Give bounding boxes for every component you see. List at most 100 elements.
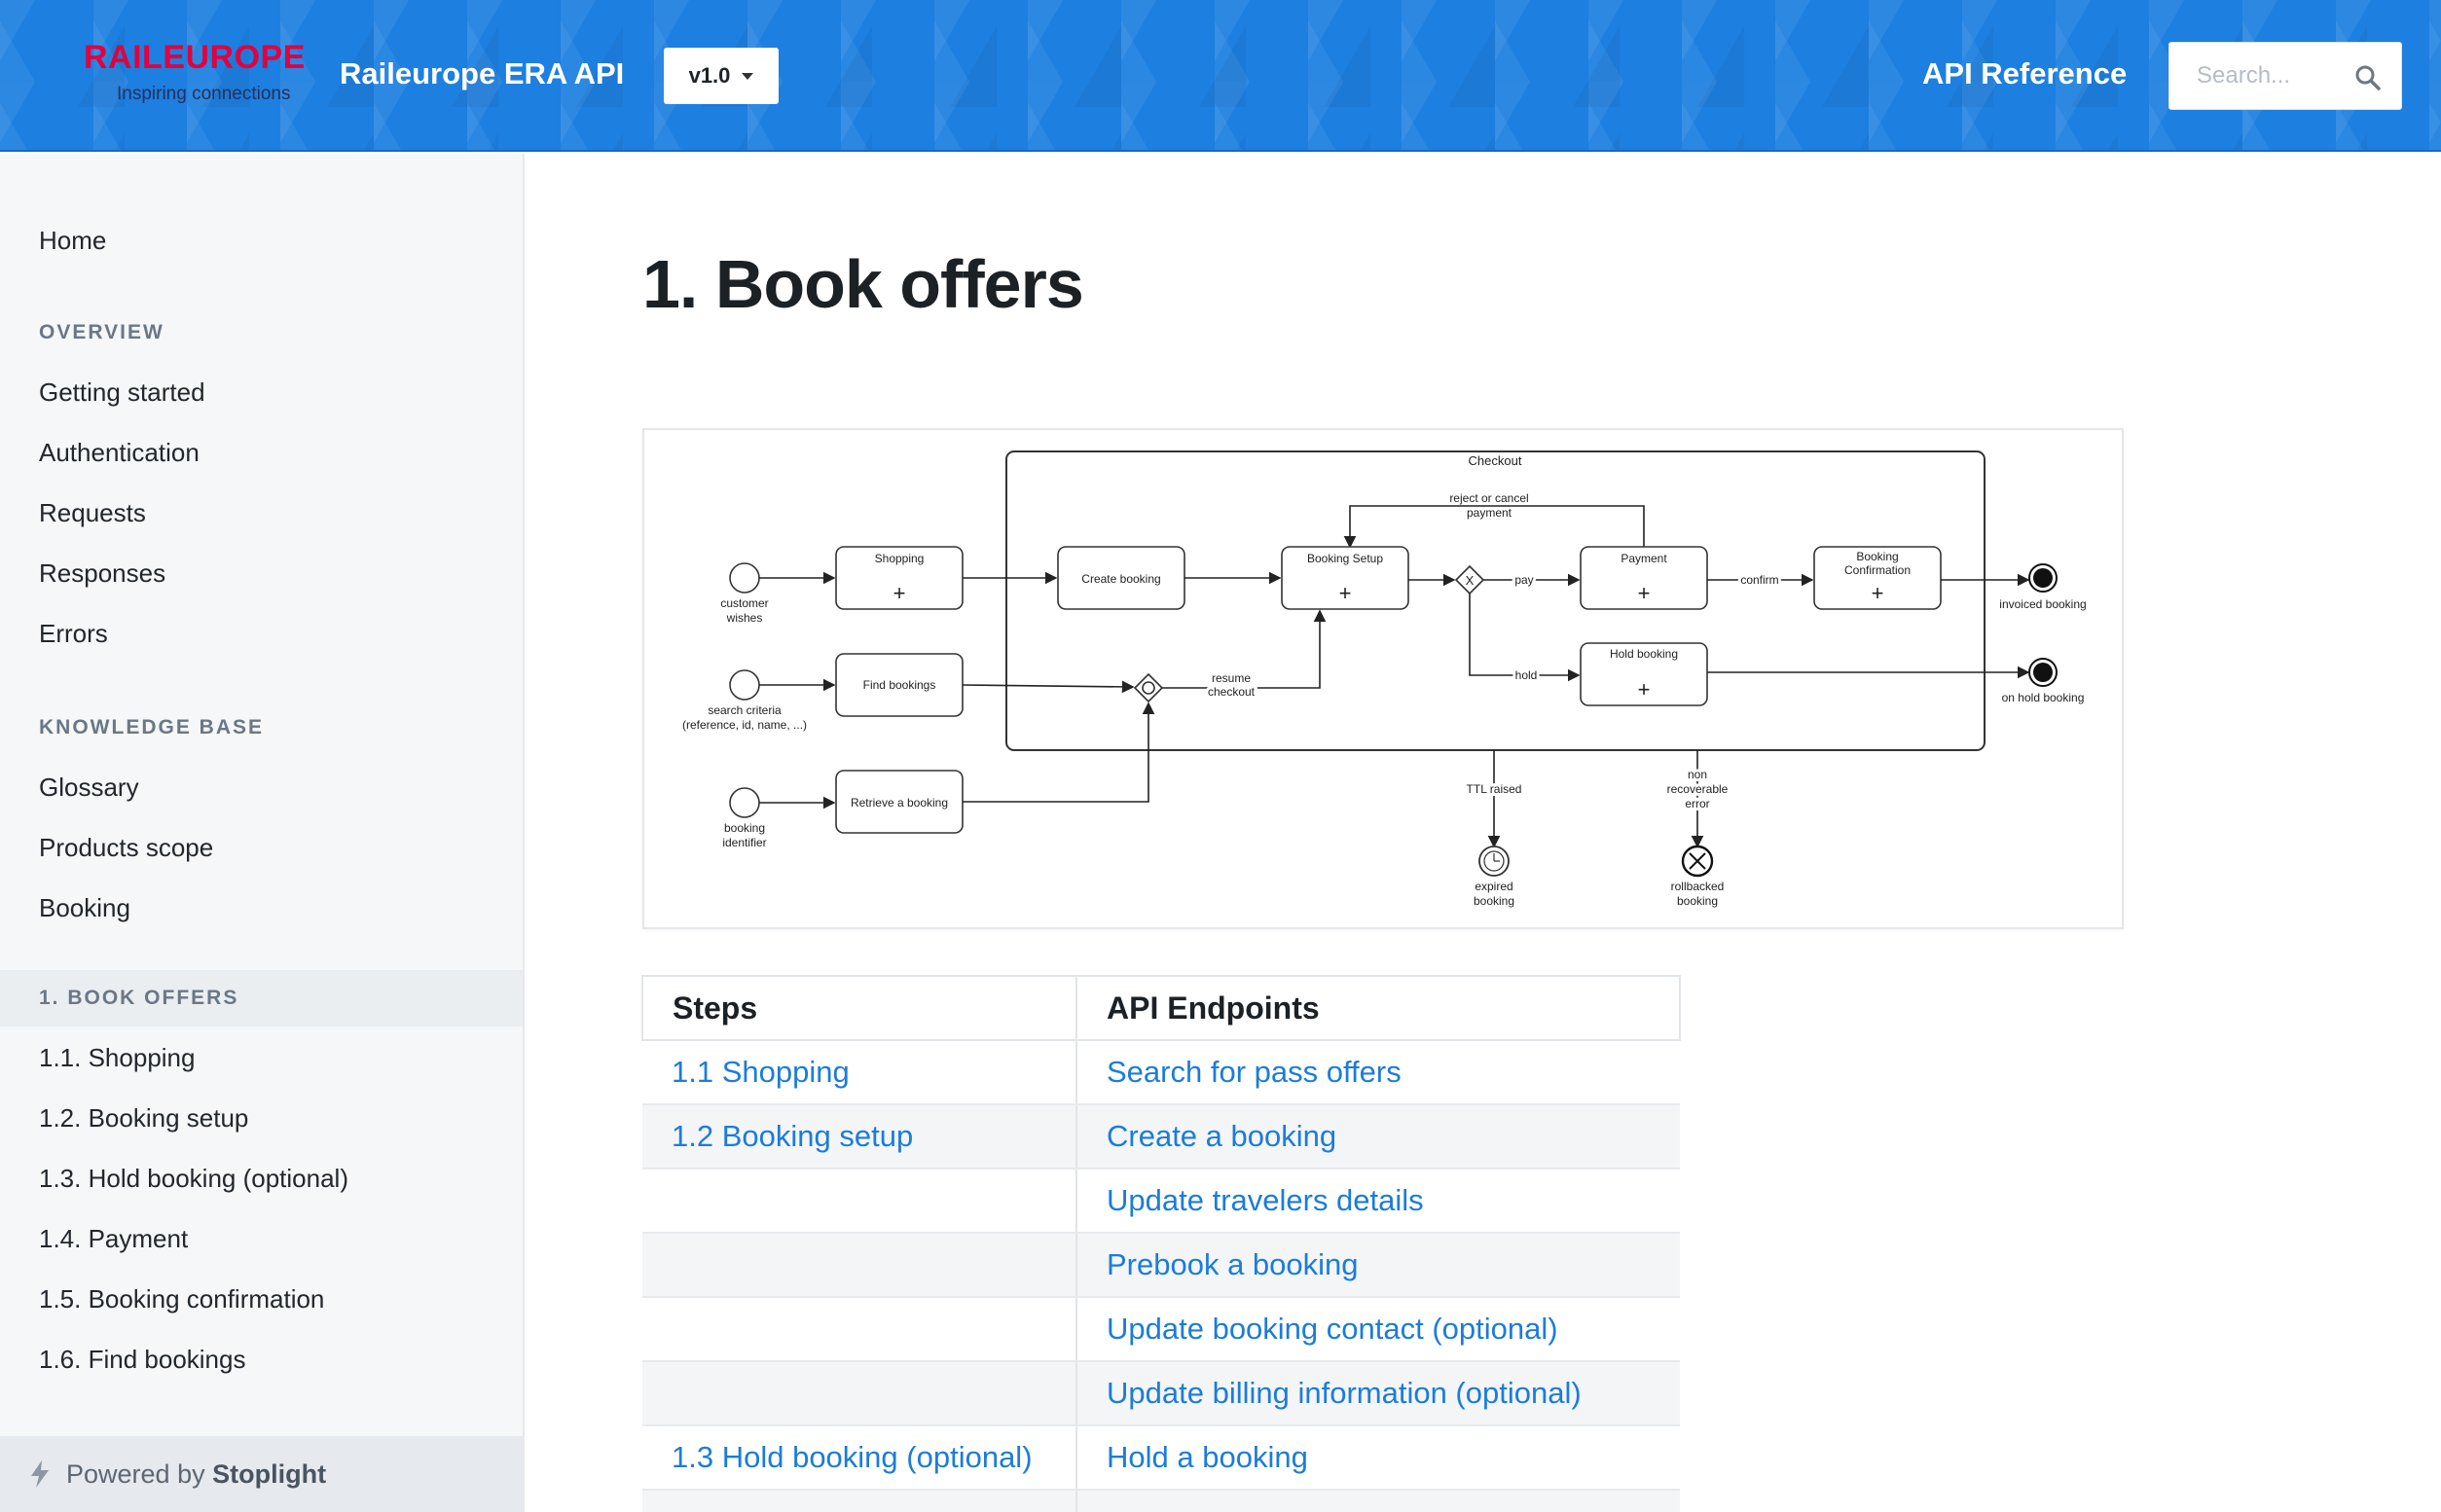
powered-by-footer[interactable]: Powered by Stoplight [0,1436,523,1512]
endpoint-link[interactable]: Search for pass offers [1076,1040,1680,1105]
endpoint-link[interactable]: Prebook a booking [1076,1233,1680,1298]
sidebar-item-booking-confirmation[interactable]: 1.5. Booking confirmation [39,1284,324,1314]
endpoint-link[interactable]: Update booking contact (optional) [1076,1297,1680,1362]
task-create-booking-label: Create booking [1081,572,1160,586]
task-booking-confirmation-label-1: Booking [1856,550,1898,563]
search-box[interactable] [2168,42,2402,110]
table-row: 1.2 Booking setup Create a booking [642,1104,1680,1170]
api-reference-link[interactable]: API Reference [1922,56,2127,91]
sidebar-item-getting-started[interactable]: Getting started [39,378,205,408]
table-row: Update travelers details [642,1169,1680,1234]
task-booking-confirmation-label-2: Confirmation [1844,563,1911,577]
booking-identifier-label-1: booking [724,821,765,835]
customer-wishes-label-2: wishes [726,611,763,625]
app-title[interactable]: Raileurope ERA API [340,56,624,91]
task-hold-booking-label: Hold booking [1610,647,1678,661]
task-payment-label: Payment [1621,552,1667,565]
sidebar-item-authentication[interactable]: Authentication [39,438,200,468]
flow-label-pay: pay [1514,573,1533,587]
raileurope-logo[interactable]: RAILEUROPE Inspiring connections [84,39,308,113]
step-link[interactable]: 1.2 Booking setup [642,1104,1077,1170]
expired-booking-label-2: booking [1474,894,1514,908]
svg-text:+: + [1638,677,1651,702]
page-title: 1. Book offers [642,246,1084,322]
svg-text:+: + [1872,581,1884,605]
lightning-icon [31,1460,49,1488]
booking-identifier-label-2: identifier [722,836,766,849]
table-row: 1.1 Shopping Search for pass offers [642,1040,1680,1105]
step-cell [642,1233,1077,1298]
table-row: Update booking contact (optional) [642,1297,1680,1362]
version-label: v1.0 [688,63,731,88]
table-row-partial [642,1490,1680,1512]
sidebar-item-products-scope[interactable]: Products scope [39,833,213,863]
column-header-endpoints: API Endpoints [1075,975,1681,1041]
rollbacked-booking-label-2: booking [1677,894,1718,908]
flow-label-resume-1: resume [1212,671,1251,685]
svg-text:+: + [893,581,906,605]
step-link[interactable]: 1.1 Shopping [642,1040,1077,1105]
table-row: Update billing information (optional) [642,1361,1680,1426]
task-retrieve-booking-label: Retrieve a booking [851,796,948,810]
search-icon[interactable] [2354,64,2382,91]
search-criteria-label-1: search criteria [708,703,782,717]
powered-by-label: Powered by [66,1458,205,1489]
sidebar-item-errors[interactable]: Errors [39,619,108,649]
step-cell [642,1490,1077,1512]
sidebar-item-booking[interactable]: Booking [39,893,130,923]
stoplight-brand: Stoplight [212,1458,327,1489]
sidebar-section-book-offers[interactable]: 1. BOOK OFFERS [39,987,238,1010]
invoiced-booking-label: invoiced booking [1999,597,2086,611]
table-header-row: Steps API Endpoints [641,975,1681,1041]
ttl-raised-label: TTL raised [1467,782,1522,796]
start-event-booking-identifier [729,787,760,818]
checkout-label: Checkout [1469,453,1522,468]
on-hold-booking-label: on hold booking [2002,691,2085,704]
endpoint-link[interactable]: Create a booking [1076,1104,1680,1170]
step-cell [642,1169,1077,1234]
sidebar-item-find-bookings[interactable]: 1.6. Find bookings [39,1345,245,1375]
sidebar-item-glossary[interactable]: Glossary [39,773,139,803]
endpoint-link[interactable]: Update travelers details [1076,1169,1680,1234]
customer-wishes-label-1: customer [720,596,768,610]
sidebar-item-hold-booking[interactable]: 1.3. Hold booking (optional) [39,1164,348,1194]
table-row: 1.3 Hold booking (optional) Hold a booki… [642,1425,1680,1491]
sidebar-item-payment[interactable]: 1.4. Payment [39,1224,188,1254]
sidebar-item-requests[interactable]: Requests [39,498,146,528]
gateway-resume-checkout [1133,672,1164,703]
bpmn-diagram: Checkout reject or cancel payment custom… [642,428,2124,929]
logo-tagline: Inspiring connections [117,84,291,104]
sidebar-item-booking-setup[interactable]: 1.2. Booking setup [39,1103,248,1134]
endpoint-cell [1076,1490,1680,1512]
svg-text:+: + [1638,581,1651,605]
steps-endpoints-table: Steps API Endpoints 1.1 Shopping Search … [641,975,1681,1512]
task-shopping-label: Shopping [875,552,925,565]
sidebar-item-shopping[interactable]: 1.1. Shopping [39,1043,195,1073]
logo-wordmark: RAILEUROPE [84,39,306,76]
task-find-bookings-label: Find bookings [863,678,936,692]
sidebar: Home OVERVIEW Getting started Authentica… [0,154,525,1512]
chevron-down-icon [742,72,754,80]
sidebar-item-responses[interactable]: Responses [39,558,165,589]
svg-text:X: X [1466,573,1475,588]
sidebar-section-knowledge-base: KNOWLEDGE BASE [39,716,265,738]
endpoint-link[interactable]: Update billing information (optional) [1076,1361,1680,1426]
flow-label-confirm: confirm [1740,573,1778,587]
step-link[interactable]: 1.3 Hold booking (optional) [642,1425,1077,1491]
start-event-search-criteria [729,669,760,701]
column-header-steps: Steps [641,975,1077,1041]
svg-text:+: + [1339,581,1352,605]
search-input[interactable] [2169,43,2354,109]
step-cell [642,1297,1077,1362]
version-dropdown[interactable]: v1.0 [664,48,779,104]
sidebar-item-home[interactable]: Home [39,226,106,256]
step-cell [642,1361,1077,1426]
reject-cancel-label-2: payment [1467,506,1512,520]
top-navbar: RAILEUROPE Inspiring connections Raileur… [0,0,2441,152]
task-booking-setup-label: Booking Setup [1307,552,1383,565]
start-event-customer-wishes [729,562,760,594]
flow-label-hold: hold [1515,668,1538,682]
table-row: Prebook a booking [642,1233,1680,1298]
endpoint-link[interactable]: Hold a booking [1076,1425,1680,1491]
reject-cancel-label-1: reject or cancel [1449,491,1528,505]
